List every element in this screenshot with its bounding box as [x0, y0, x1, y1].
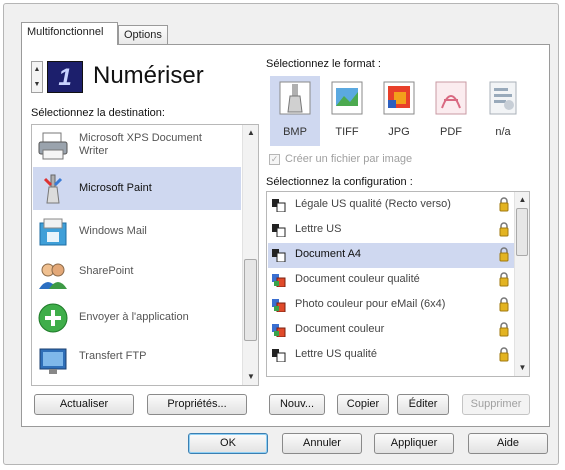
bmp-icon [279, 81, 311, 115]
config-label-1: Lettre US [295, 223, 342, 235]
bw-doc-icon [272, 249, 286, 262]
ftp-icon [39, 348, 67, 374]
scroll-thumb[interactable] [516, 208, 528, 256]
destination-item-send-app[interactable]: Envoyer à l'application [33, 296, 241, 339]
config-item-0[interactable]: Légale US qualité (Recto verso) [268, 193, 514, 218]
destination-item-paint[interactable]: Microsoft Paint [33, 167, 241, 210]
config-item-2[interactable]: Document A4 [268, 243, 514, 268]
config-label-2: Document A4 [295, 248, 362, 260]
configuration-list[interactable]: Légale US qualité (Recto verso) Lettre U… [266, 191, 530, 377]
mail-icon [39, 218, 67, 246]
one-file-per-image-checkbox[interactable]: ✓ [269, 154, 280, 165]
color-doc-icon [272, 299, 286, 312]
format-label-bmp: BMP [283, 126, 307, 138]
one-file-per-image-label: Créer un fichier par image [285, 153, 413, 165]
format-label-na: n/a [495, 126, 511, 138]
edit-button[interactable]: Éditer [397, 394, 449, 415]
destination-item-xps[interactable]: Microsoft XPS Document Writer [33, 125, 241, 167]
format-label-jpg: JPG [388, 126, 410, 138]
config-label-4: Photo couleur pour eMail (6x4) [295, 298, 446, 310]
apply-button[interactable]: Appliquer [374, 433, 454, 454]
destination-list[interactable]: Microsoft XPS Document Writer Microsoft … [31, 124, 259, 386]
new-button[interactable]: Nouv... [269, 394, 325, 415]
format-label: Sélectionnez le format : [266, 58, 381, 70]
bw-doc-icon [272, 349, 286, 362]
tiff-icon [331, 81, 363, 115]
lock-icon [499, 297, 509, 312]
scanner-number-display: 1 [47, 61, 83, 93]
properties-button[interactable]: Propriétés... [147, 394, 247, 415]
scan-title: Numériser [93, 62, 204, 89]
bw-doc-icon [272, 224, 286, 237]
scroll-thumb[interactable] [244, 259, 257, 341]
configuration-label: Sélectionnez la configuration : [266, 176, 413, 188]
destination-label-paint: Microsoft Paint [79, 182, 152, 194]
bw-doc-icon [272, 199, 286, 212]
format-label-tiff: TIFF [335, 126, 359, 138]
spin-up-icon[interactable]: ▲ [32, 62, 42, 77]
destination-item-sharepoint[interactable]: SharePoint [33, 253, 241, 296]
tab-multifonctionnel[interactable]: Multifonctionnel [21, 22, 118, 45]
ok-button[interactable]: OK [188, 433, 268, 454]
config-label-3: Document couleur qualité [295, 273, 420, 285]
lock-icon [499, 272, 509, 287]
pdf-icon [435, 81, 467, 115]
format-label-pdf: PDF [440, 126, 462, 138]
config-label-6: Lettre US qualité [295, 348, 377, 360]
lock-icon [499, 222, 509, 237]
na-icon [489, 81, 517, 115]
config-item-5[interactable]: Document couleur [268, 318, 514, 343]
paint-icon [43, 174, 63, 204]
cancel-button[interactable]: Annuler [282, 433, 362, 454]
destination-label-ftp: Transfert FTP [79, 350, 147, 362]
scroll-up-icon[interactable]: ▲ [243, 128, 258, 137]
color-doc-icon [272, 324, 286, 337]
sharepoint-icon [39, 263, 67, 289]
printer-icon [38, 132, 68, 160]
config-item-3[interactable]: Document couleur qualité [268, 268, 514, 293]
spin-down-icon[interactable]: ▼ [32, 77, 42, 92]
config-item-1[interactable]: Lettre US [268, 218, 514, 243]
destination-label-send-app: Envoyer à l'application [79, 311, 189, 323]
format-na[interactable]: n/a [478, 76, 528, 146]
delete-button[interactable]: Supprimer [462, 394, 530, 415]
config-label-0: Légale US qualité (Recto verso) [295, 198, 451, 210]
destination-item-ftp[interactable]: Transfert FTP [33, 339, 241, 382]
destination-item-mail[interactable]: Windows Mail [33, 210, 241, 253]
destination-label-mail: Windows Mail [79, 225, 147, 237]
format-pdf[interactable]: PDF [426, 76, 476, 146]
lock-icon [499, 322, 509, 337]
destination-label: Sélectionnez la destination: [31, 107, 165, 119]
destination-label-xps: Microsoft XPS Document Writer [79, 132, 202, 157]
lock-icon [499, 347, 509, 362]
config-label-5: Document couleur [295, 323, 385, 335]
config-item-6[interactable]: Lettre US qualité [268, 343, 514, 368]
scroll-down-icon[interactable]: ▼ [515, 363, 529, 372]
help-button[interactable]: Aide [468, 433, 548, 454]
configuration-scrollbar[interactable]: ▲ ▼ [514, 192, 529, 376]
config-item-4[interactable]: Photo couleur pour eMail (6x4) [268, 293, 514, 318]
format-bmp[interactable]: BMP [270, 76, 320, 146]
refresh-button[interactable]: Actualiser [34, 394, 134, 415]
scanner-spinner[interactable]: ▲ ▼ [31, 61, 43, 93]
destination-label-sharepoint: SharePoint [79, 265, 134, 277]
destination-scrollbar[interactable]: ▲ ▼ [242, 125, 258, 385]
send-app-icon [38, 303, 68, 333]
lock-icon [499, 197, 509, 212]
format-jpg[interactable]: JPG [374, 76, 424, 146]
tab-options[interactable]: Options [118, 25, 168, 44]
format-tiff[interactable]: TIFF [322, 76, 372, 146]
color-doc-icon [272, 274, 286, 287]
scroll-down-icon[interactable]: ▼ [243, 372, 258, 381]
jpg-icon [383, 81, 415, 115]
scroll-up-icon[interactable]: ▲ [515, 195, 529, 204]
lock-icon [499, 247, 509, 262]
copy-button[interactable]: Copier [337, 394, 389, 415]
